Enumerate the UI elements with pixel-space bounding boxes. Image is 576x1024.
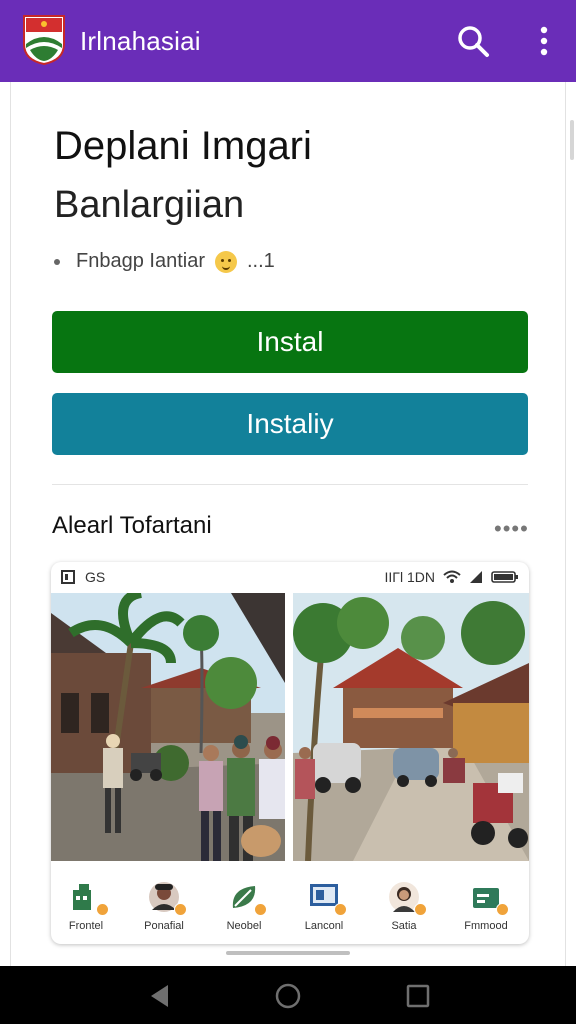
app-meta: Fnbagp Iantiar ...1 bbox=[54, 250, 275, 273]
home-icon[interactable] bbox=[274, 982, 302, 1010]
app-title: Irlnahasiai bbox=[80, 26, 201, 56]
scrollbar[interactable] bbox=[570, 120, 574, 160]
dock-app-2[interactable]: Ponafial bbox=[129, 872, 199, 942]
badge-icon bbox=[334, 903, 347, 916]
leaf-icon bbox=[227, 880, 267, 916]
signal-icon bbox=[470, 571, 482, 583]
app-subtitle: Banlargiian bbox=[54, 184, 245, 226]
screenshot-preview[interactable]: GS IIΓl 1DN Frontel Ponafial Neobel Lanc… bbox=[51, 562, 529, 944]
person-icon bbox=[387, 880, 427, 916]
dock-app-3[interactable]: Neobel bbox=[209, 872, 279, 942]
status-right-text: IIΓl 1DN bbox=[384, 569, 436, 585]
flag-shield-logo bbox=[23, 15, 65, 66]
dock-app-label: Frontel bbox=[68, 920, 104, 932]
dock-app-label: Ponafial bbox=[144, 920, 184, 932]
building-icon bbox=[69, 880, 109, 916]
street-photo-2[interactable] bbox=[293, 593, 529, 861]
street-photo-1[interactable] bbox=[51, 593, 285, 861]
divider bbox=[52, 484, 528, 485]
wifi-icon bbox=[443, 570, 461, 583]
section-title: Alearl Tofartani bbox=[52, 512, 212, 539]
app-bar: Irlnahasiai bbox=[0, 0, 576, 82]
app-name: Deplani Imgari bbox=[54, 124, 312, 168]
home-indicator[interactable] bbox=[226, 951, 350, 955]
dock-app-4[interactable]: Lanconl bbox=[289, 872, 359, 942]
recent-apps-icon[interactable] bbox=[404, 982, 432, 1010]
badge-icon bbox=[414, 903, 427, 916]
more-vert-icon[interactable] bbox=[530, 22, 558, 60]
install-button[interactable]: Instal bbox=[52, 311, 528, 373]
avatar-icon bbox=[147, 880, 187, 916]
dock-app-label: Fmmood bbox=[464, 920, 508, 932]
card-icon bbox=[469, 880, 509, 916]
board-icon bbox=[307, 880, 347, 916]
smile-emoji-icon bbox=[214, 250, 237, 273]
more-horiz-icon[interactable]: •••• bbox=[494, 516, 529, 542]
badge-icon bbox=[96, 903, 109, 916]
badge-icon bbox=[496, 903, 509, 916]
dock-app-label: Neobel bbox=[226, 920, 262, 932]
preview-status-bar: GS IIΓl 1DN bbox=[51, 562, 529, 592]
bullet bbox=[54, 258, 60, 265]
search-icon[interactable] bbox=[454, 22, 492, 60]
dock-app-label: Lanconl bbox=[304, 920, 344, 932]
badge-icon bbox=[174, 903, 187, 916]
dock-app-6[interactable]: Fmmood bbox=[451, 872, 521, 942]
dock-app-label: Satia bbox=[391, 920, 417, 932]
preview-app-dock: Frontel Ponafial Neobel Lanconl Satia Fmmood bbox=[51, 872, 529, 944]
badge-icon bbox=[254, 903, 267, 916]
meta-suffix: ...1 bbox=[246, 250, 275, 272]
status-left-text: GS bbox=[85, 569, 106, 585]
dock-app-5[interactable]: Satia bbox=[369, 872, 439, 942]
meta-text: Fnbagp Iantiar bbox=[76, 250, 205, 272]
battery-icon bbox=[491, 571, 518, 583]
install-secondary-button[interactable]: Instaliy bbox=[52, 393, 528, 455]
dock-app-1[interactable]: Frontel bbox=[51, 872, 121, 942]
back-icon[interactable] bbox=[146, 982, 174, 1010]
notification-icon bbox=[61, 570, 75, 584]
